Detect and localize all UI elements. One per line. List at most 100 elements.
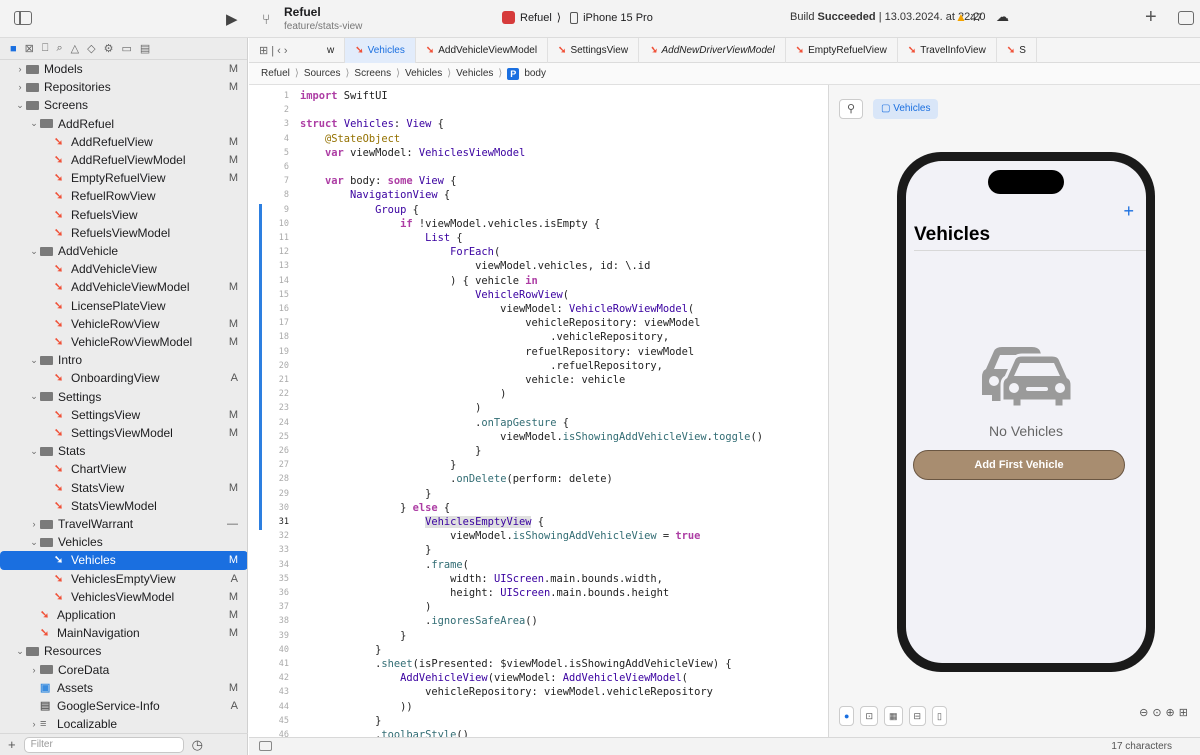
file-row[interactable]: › TravelWarrant — (0, 515, 247, 533)
file-row[interactable]: ➘ AddVehicleView (0, 260, 247, 278)
code-line[interactable]: AddVehicleView(viewModel: AddVehicleView… (300, 672, 688, 684)
file-row[interactable]: ➘ RefuelsView (0, 206, 247, 224)
file-row[interactable]: ➘ EmptyRefuelView M (0, 169, 247, 187)
file-row[interactable]: ▣ Assets M (0, 679, 247, 697)
file-row[interactable]: › Models M (0, 60, 247, 78)
breadcrumb-item[interactable]: Vehicles (456, 68, 493, 79)
code-line[interactable]: ) (300, 388, 506, 400)
bookmark-icon[interactable]: ⎕ (42, 42, 49, 55)
file-row[interactable]: ➘ ChartView (0, 460, 247, 478)
issues-icon[interactable]: △ (71, 42, 79, 55)
code-line[interactable]: var viewModel: VehiclesViewModel (300, 147, 525, 159)
device-icon[interactable]: ▯ (932, 706, 947, 726)
breadcrumb-item[interactable]: Screens (354, 68, 391, 79)
branch-name[interactable]: feature/stats-view (284, 21, 362, 32)
breadcrumb-item[interactable]: Vehicles (405, 68, 442, 79)
code-line[interactable]: @StateObject (300, 133, 400, 145)
file-row[interactable]: ⌄ Settings (0, 388, 247, 406)
code-line[interactable]: .refuelRepository, (300, 360, 663, 372)
zoom-controls[interactable]: ⊖⊙⊕⊞ (1139, 706, 1192, 719)
file-row[interactable]: ⌄ Resources (0, 642, 247, 660)
file-row[interactable]: ➘ SettingsViewModel M (0, 424, 247, 442)
code-line[interactable]: vehicleRepository: viewModel.vehicleRepo… (300, 686, 713, 698)
find-icon[interactable]: ⌕ (56, 42, 62, 55)
code-line[interactable]: } (300, 630, 406, 642)
breadcrumb-item[interactable]: body (524, 68, 546, 79)
code-line[interactable]: viewModel.isShowingAddVehicleView = true (300, 530, 700, 542)
file-row[interactable]: ⌄ Vehicles (0, 533, 247, 551)
editor-tab[interactable]: ➘ EmptyRefuelView (786, 37, 898, 63)
code-line[interactable]: } (300, 488, 431, 500)
warnings-badge[interactable]: ▲ 47 (955, 10, 982, 24)
chevron-down-icon[interactable]: ⌄ (28, 246, 40, 257)
file-row[interactable]: ➘ MainNavigation M (0, 624, 247, 642)
scheme-selector[interactable]: Refuel ⟩ iPhone 15 Pro (502, 11, 653, 24)
code-line[interactable]: vehicle: vehicle (300, 374, 625, 386)
editor-tab[interactable]: ➘ AddVehicleViewModel (416, 37, 549, 63)
file-row[interactable]: ⌄ Intro (0, 351, 247, 369)
code-line[interactable]: height: UIScreen.main.bounds.height (300, 587, 669, 599)
pin-icon[interactable]: ⚲ (839, 99, 863, 119)
file-row[interactable]: ➘ AddVehicleViewModel M (0, 278, 247, 296)
file-row[interactable]: ➘ Application M (0, 606, 247, 624)
file-row[interactable]: ➘ LicensePlateView (0, 297, 247, 315)
file-row[interactable]: ➘ AddRefuelView M (0, 133, 247, 151)
code-line[interactable]: .onDelete(perform: delete) (300, 473, 613, 485)
code-line[interactable]: .vehicleRepository, (300, 331, 669, 343)
code-line[interactable]: .sheet(isPresented: $viewModel.isShowing… (300, 658, 732, 670)
code-line[interactable]: } (300, 715, 381, 727)
file-row[interactable]: ⌄ Stats (0, 442, 247, 460)
preview-tab[interactable]: ▢ Vehicles (873, 99, 939, 119)
editor-tab[interactable]: ➘ AddNewDriverViewModel (639, 37, 786, 63)
code-line[interactable]: viewModel: VehicleRowViewModel( (300, 303, 694, 315)
chevron-down-icon[interactable]: ⌄ (14, 646, 26, 657)
code-line[interactable]: )) (300, 701, 413, 713)
file-row[interactable]: ➘ VehicleRowView M (0, 315, 247, 333)
code-line[interactable]: viewModel.isShowingAddVehicleView.toggle… (300, 431, 763, 443)
code-line[interactable]: } (300, 459, 456, 471)
file-row[interactable]: ⌄ AddRefuel (0, 115, 247, 133)
chevron-right-icon[interactable]: › (28, 665, 40, 675)
sidebar-toggle-icon[interactable] (14, 11, 32, 25)
code-line[interactable]: ) { vehicle in (300, 275, 538, 287)
tests-icon[interactable]: ◇ (87, 42, 95, 55)
chevron-down-icon[interactable]: ⌄ (28, 446, 40, 457)
file-row[interactable]: ➘ SettingsView M (0, 406, 247, 424)
source-control-icon[interactable]: ⊠ (25, 42, 34, 55)
breadcrumb-item[interactable]: Sources (304, 68, 341, 79)
file-row[interactable]: ➘ StatsView M (0, 479, 247, 497)
file-row[interactable]: ➘ StatsViewModel (0, 497, 247, 515)
folder-icon[interactable]: ■ (10, 43, 17, 55)
variants-icon[interactable]: ▦ (883, 706, 903, 726)
code-line[interactable]: List { (300, 232, 463, 244)
code-line[interactable]: Group { (300, 204, 419, 216)
source-editor[interactable]: 1 import SwiftUI 2 3 struct Vehicles: View {… (249, 85, 827, 737)
tab-navigation-icon[interactable]: ⊞ | ‹ › (249, 44, 317, 57)
add-file-icon[interactable]: + (8, 737, 16, 752)
chevron-right-icon[interactable]: › (14, 64, 26, 74)
filter-input[interactable]: Filter (23, 736, 184, 753)
debug-icon[interactable]: ⚙ (104, 42, 114, 55)
chevron-right-icon[interactable]: › (28, 519, 40, 529)
reports-icon[interactable]: ▤ (140, 42, 150, 55)
inspector-toggle-icon[interactable] (1178, 11, 1194, 25)
chevron-down-icon[interactable]: ⌄ (28, 355, 40, 366)
code-line[interactable]: NavigationView { (300, 189, 450, 201)
add-button[interactable]: + (1145, 6, 1157, 29)
file-row[interactable]: ➘ AddRefuelViewModel M (0, 151, 247, 169)
code-line[interactable]: .toolbarStyle() (300, 729, 469, 737)
code-line[interactable]: if !viewModel.vehicles.isEmpty { (300, 218, 600, 230)
code-line[interactable]: } (300, 544, 431, 556)
code-line[interactable]: struct Vehicles: View { (300, 118, 444, 130)
code-line[interactable]: .onTapGesture { (300, 417, 569, 429)
add-first-vehicle-button[interactable]: Add First Vehicle (913, 450, 1125, 480)
file-row[interactable]: › ≡ Localizable (0, 715, 247, 732)
file-row[interactable]: ➘ RefuelsViewModel (0, 224, 247, 242)
code-line[interactable]: .frame( (300, 559, 469, 571)
code-line[interactable]: .ignoresSafeArea() (300, 615, 538, 627)
recent-files-icon[interactable]: ◷ (192, 737, 203, 753)
code-line[interactable]: var body: some View { (300, 175, 456, 187)
file-row[interactable]: ⌄ Screens (0, 96, 247, 114)
file-row[interactable]: ▤ GoogleService-Info A (0, 697, 247, 715)
chevron-down-icon[interactable]: ⌄ (14, 100, 26, 111)
